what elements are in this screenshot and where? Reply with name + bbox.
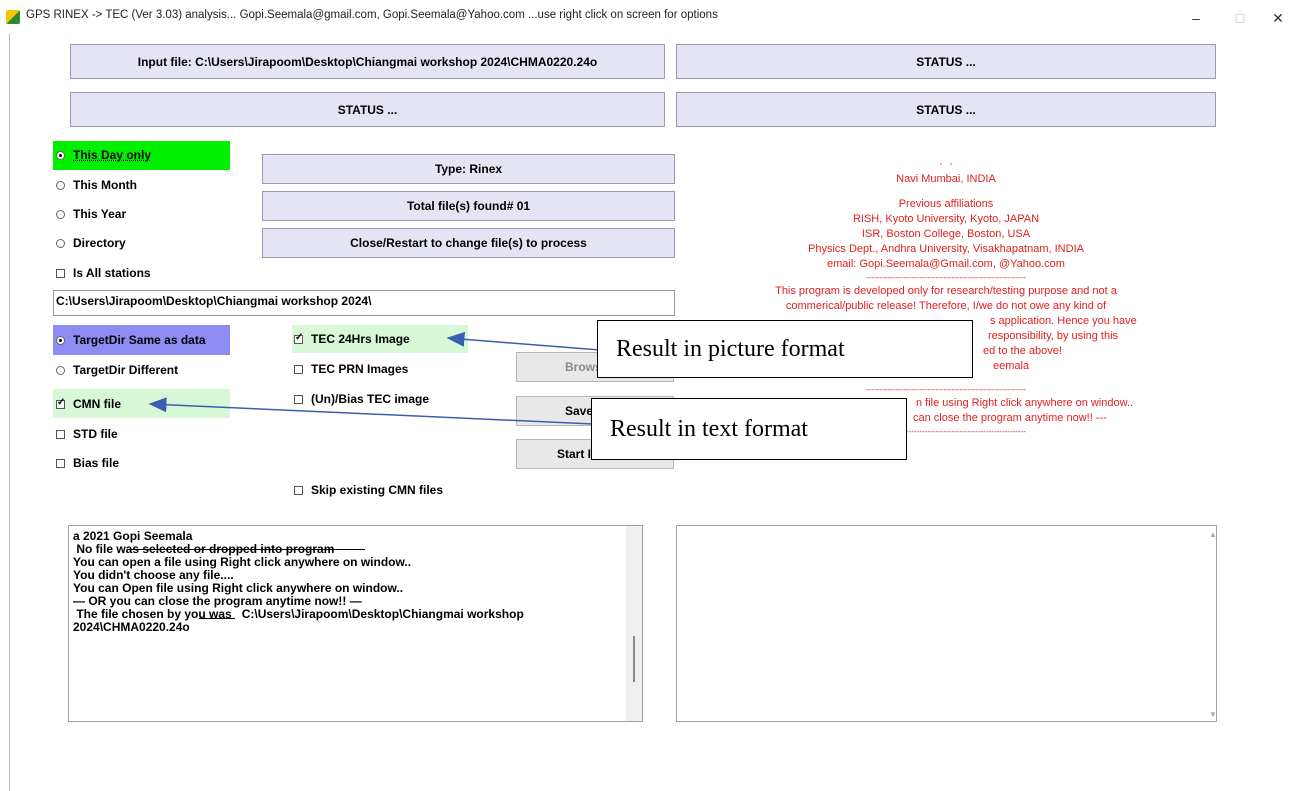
callout-text-format: Result in text format bbox=[591, 398, 907, 460]
output-textarea[interactable]: ▲ ▼ bbox=[676, 525, 1217, 722]
scrollbar-thumb[interactable] bbox=[633, 636, 635, 682]
arrow-to-cmn-file bbox=[148, 397, 594, 425]
scroll-up-icon[interactable]: ▲ bbox=[1209, 530, 1217, 539]
scroll-down-icon[interactable]: ▼ bbox=[1209, 710, 1217, 719]
log-scrollbar[interactable] bbox=[626, 526, 642, 721]
callout-picture-format: Result in picture format bbox=[597, 320, 973, 378]
arrow-to-tec-image bbox=[446, 331, 601, 351]
log-textarea[interactable]: a 2021 Gopi Seemala No file was selected… bbox=[68, 525, 643, 722]
separator-line bbox=[129, 549, 365, 550]
log-content: a 2021 Gopi Seemala No file was selected… bbox=[73, 530, 524, 634]
log-line: 2024\CHMA0220.24o bbox=[73, 620, 190, 634]
window-left-border bbox=[9, 34, 10, 791]
separator-line bbox=[199, 618, 235, 619]
